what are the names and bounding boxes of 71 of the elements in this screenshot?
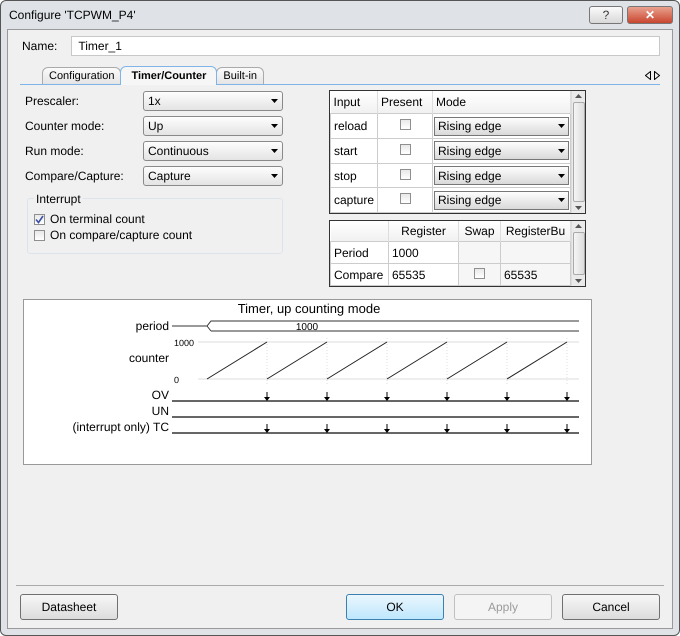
tab[interactable]: Configuration (42, 67, 122, 84)
dropdown-arrow-icon (558, 148, 565, 153)
dropdown-arrow-icon (271, 174, 278, 178)
dialog-button[interactable]: Cancel (562, 594, 660, 620)
tab[interactable]: Built-in (216, 67, 264, 84)
diagram-title: Timer, up counting mode (238, 301, 380, 316)
checkbox[interactable] (400, 144, 410, 155)
dialog-button[interactable]: OK (346, 594, 444, 620)
field-label: Run mode: (25, 144, 85, 158)
signal-label: (interrupt only) TC (72, 420, 169, 434)
table-cell: start (330, 138, 378, 164)
column-header: Swap (458, 221, 500, 242)
column-header: Present (378, 91, 432, 114)
table-cell: capture (330, 188, 378, 212)
dropdown-arrow-icon (558, 174, 565, 178)
tab[interactable]: Timer/Counter (120, 66, 218, 85)
table-cell[interactable]: 1000 (388, 242, 458, 264)
column-header: Mode (432, 91, 570, 114)
dropdown-arrow-icon (271, 98, 278, 102)
table-cell: Period (330, 242, 388, 264)
dropdown[interactable]: Rising edge (434, 190, 569, 210)
dialog-button[interactable]: Datasheet (20, 594, 118, 620)
scroll-up-icon[interactable] (575, 224, 582, 228)
checkbox[interactable] (34, 230, 45, 240)
checkbox[interactable] (474, 268, 485, 278)
scroll-down-icon[interactable] (575, 279, 582, 283)
axis-tick-label: 1000 (174, 338, 194, 348)
checkbox[interactable] (34, 214, 45, 224)
scroll-down-icon[interactable] (575, 206, 582, 210)
checkbox-label: On terminal count (50, 212, 145, 226)
checkbox[interactable] (400, 193, 410, 204)
period-value: 1000 (296, 322, 318, 333)
dropdown[interactable]: Rising edge (434, 116, 569, 136)
group-title: Interrupt (34, 192, 83, 206)
signal-label: period (136, 319, 169, 333)
column-header: RegisterBu (500, 221, 570, 242)
checkbox-label: On compare/capture count (50, 228, 192, 242)
window-title: Configure 'TCPWM_P4' (8, 8, 137, 22)
scroll-up-icon[interactable] (575, 94, 582, 98)
signal-label: OV (152, 388, 169, 402)
field-label: Compare/Capture: (25, 168, 125, 182)
dropdown[interactable]: 1x (143, 90, 283, 110)
axis-label: counter (128, 351, 169, 365)
name-field[interactable]: Timer_1 (71, 36, 660, 56)
scrollbar[interactable] (571, 91, 585, 213)
checkbox[interactable] (400, 168, 410, 180)
scroll-right-icon[interactable] (654, 71, 660, 80)
column-header: Input (330, 91, 378, 114)
table-cell: Compare (330, 264, 388, 286)
dropdown-arrow-icon (271, 124, 278, 128)
field-label: Prescaler: (25, 94, 80, 108)
dropdown[interactable]: Up (143, 116, 283, 136)
dropdown-arrow-icon (558, 198, 565, 202)
dropdown[interactable]: Continuous (143, 140, 283, 160)
field-label: Counter mode: (25, 118, 106, 132)
table-cell: stop (330, 163, 378, 188)
dropdown[interactable]: Capture (143, 166, 283, 186)
dropdown-arrow-icon (271, 148, 278, 152)
dropdown-arrow-icon (558, 124, 565, 128)
help-button[interactable]: ? (589, 6, 623, 24)
table-cell: reload (330, 114, 378, 139)
table-cell: 65535 (500, 264, 570, 286)
scroll-left-icon[interactable] (645, 71, 651, 80)
field-label: Name: (22, 39, 58, 53)
signal-label: UN (152, 404, 169, 418)
column-header: Register (388, 221, 458, 242)
scrollbar[interactable] (571, 221, 585, 286)
axis-tick-label: 0 (174, 375, 180, 385)
dropdown[interactable]: Rising edge (434, 141, 569, 160)
checkbox[interactable] (400, 119, 410, 130)
dropdown[interactable]: Rising edge (434, 166, 569, 186)
